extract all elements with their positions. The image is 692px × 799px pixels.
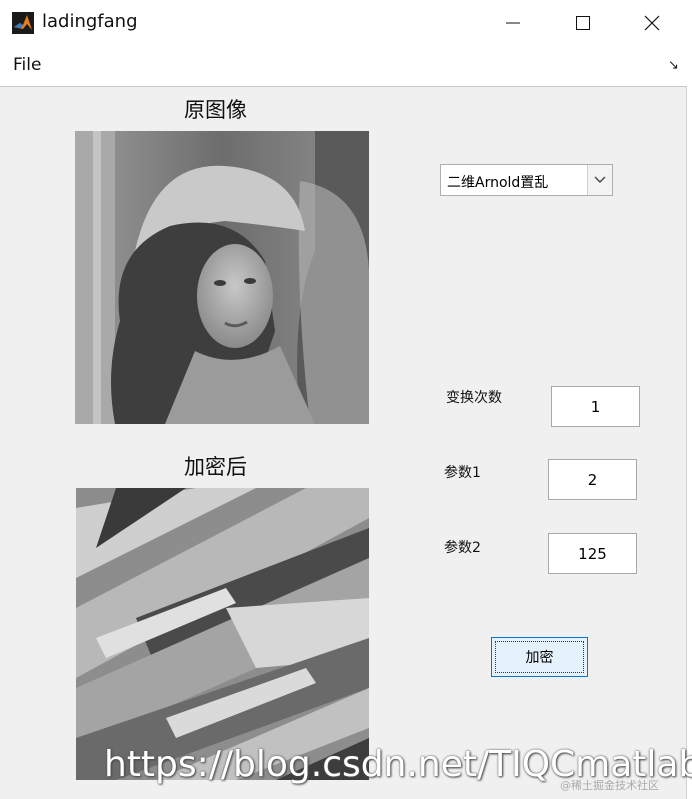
close-icon [644, 15, 660, 31]
encrypted-image-title: 加密后 [184, 455, 247, 479]
maximize-icon [575, 15, 591, 31]
select-value: 二维Arnold置乱 [447, 175, 549, 191]
close-button[interactable] [622, 0, 682, 46]
scramble-method-select[interactable]: 二维Arnold置乱 [440, 164, 613, 196]
iterations-input[interactable]: 1 [551, 386, 640, 427]
param1-input[interactable]: 2 [548, 459, 637, 500]
original-image-title: 原图像 [184, 98, 247, 122]
window-title: ladingfang [42, 11, 138, 32]
matlab-icon [12, 12, 34, 34]
background-window-edge [686, 86, 692, 799]
maximize-button[interactable] [553, 0, 613, 46]
param2-label: 参数2 [444, 540, 481, 556]
param1-label: 参数1 [444, 465, 481, 481]
original-image [75, 131, 369, 424]
menu-bar: File [0, 46, 692, 87]
param2-input[interactable]: 125 [548, 533, 637, 574]
iterations-label: 变换次数 [446, 390, 502, 406]
dock-arrow-icon[interactable]: ↘ [668, 58, 679, 73]
menu-file[interactable]: File [13, 55, 41, 75]
encrypted-image [76, 488, 369, 780]
watermark-site: @稀土掘金技术社区 [560, 779, 659, 792]
minimize-button[interactable] [483, 0, 543, 46]
chevron-down-icon[interactable] [587, 165, 612, 195]
encrypt-button[interactable]: 加密 [491, 637, 588, 677]
title-bar: ladingfang [0, 0, 692, 47]
minimize-icon [505, 15, 521, 31]
